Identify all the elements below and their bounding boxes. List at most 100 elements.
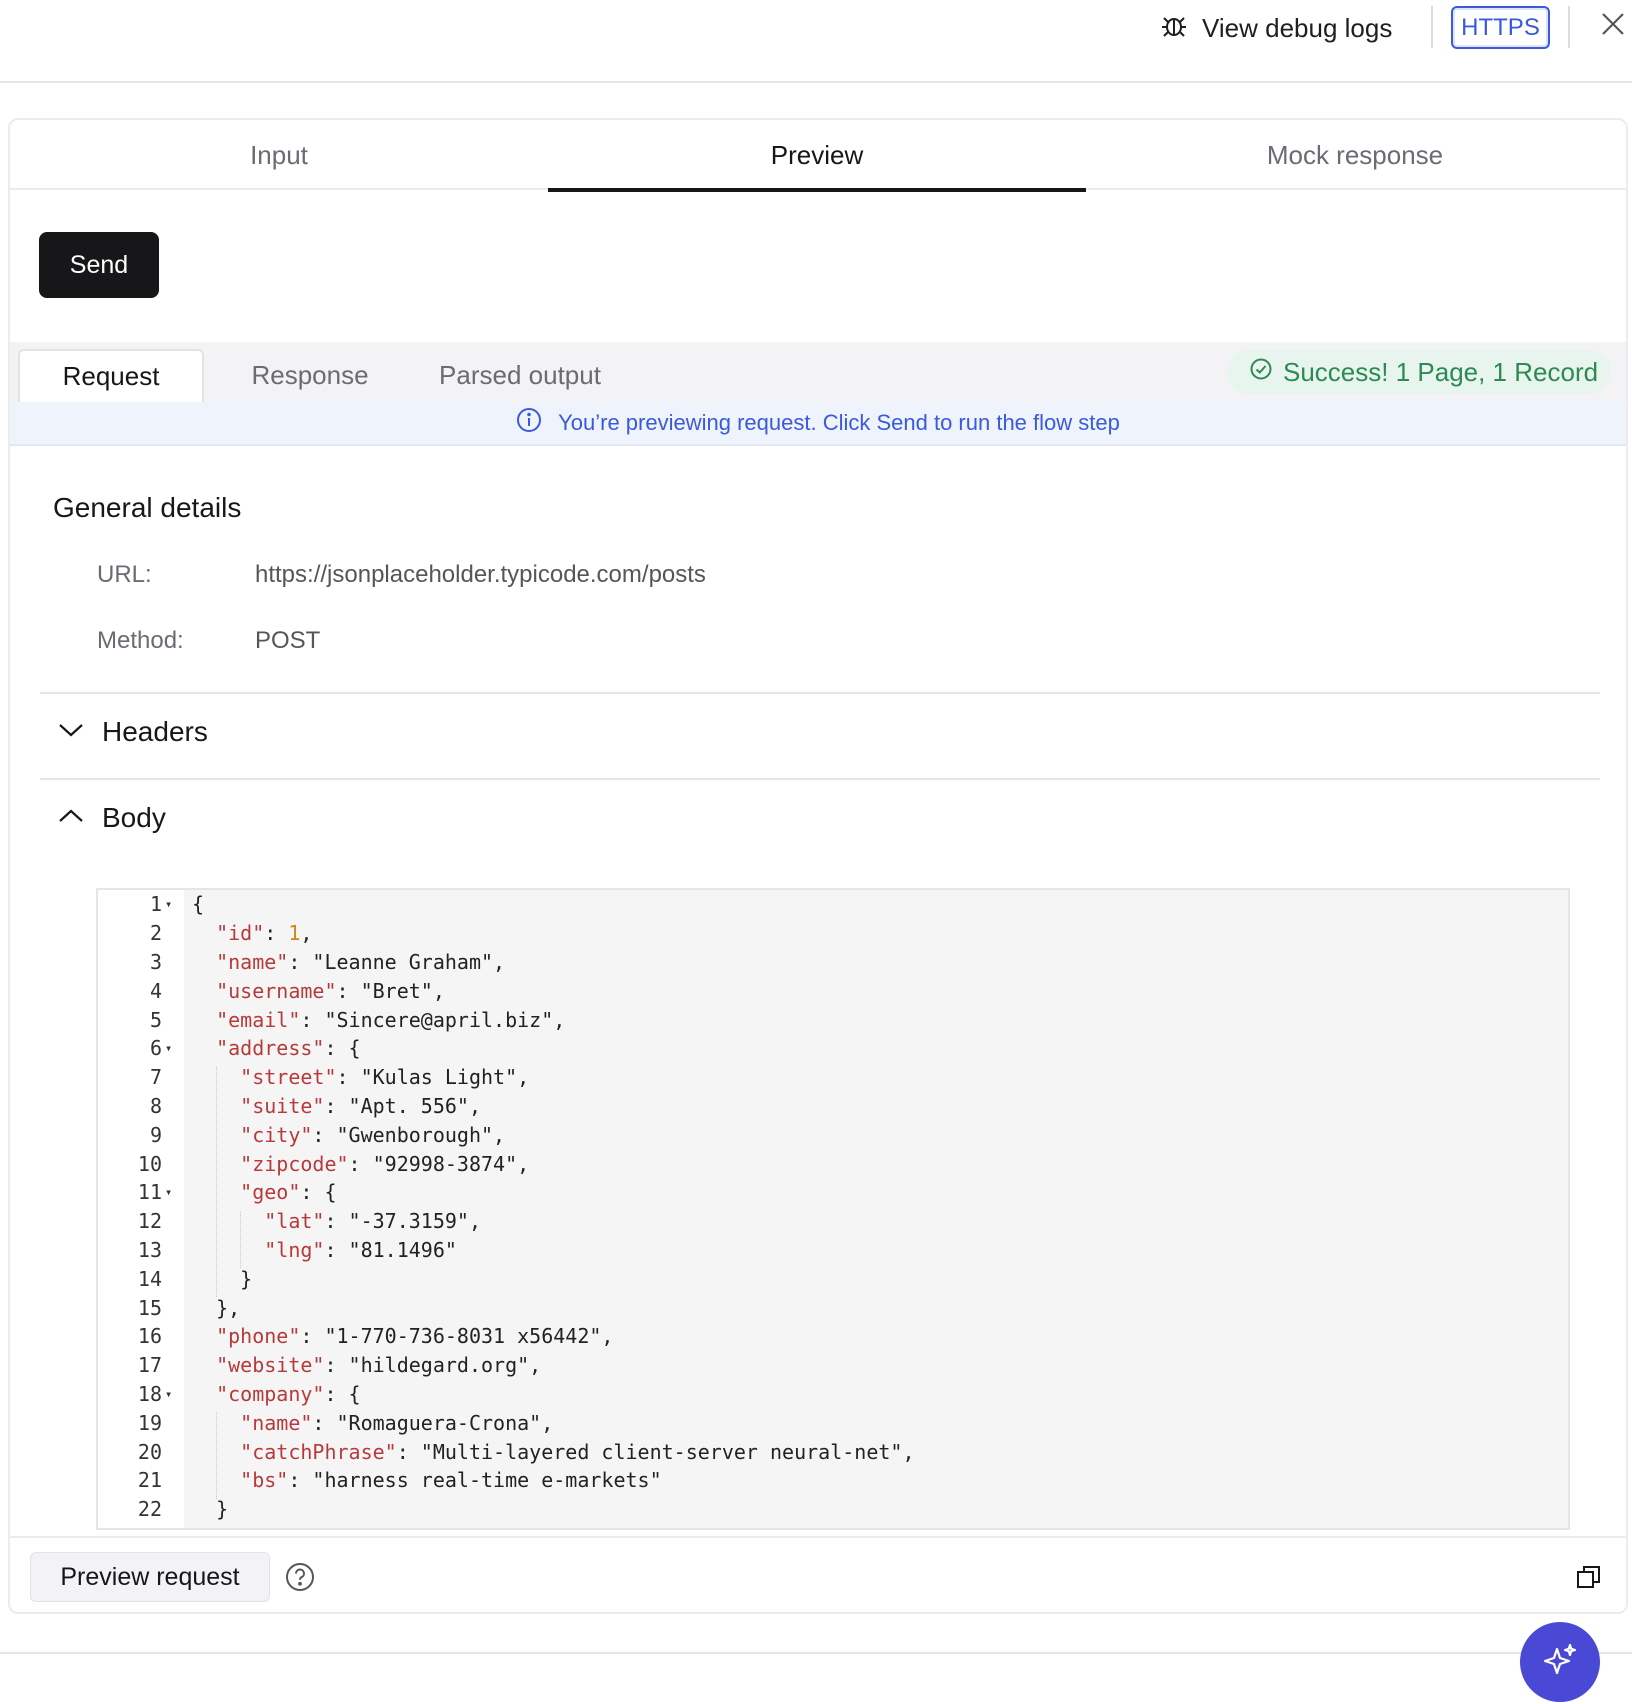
line-number: 14 <box>137 1266 162 1291</box>
body-code-editor[interactable]: 1 ▾{2 "id": 1, 3 "name": "Leanne Graham", 4… <box>96 888 1570 1530</box>
fold-toggle-icon[interactable]: ▾ <box>165 897 172 911</box>
code-line: 11 ▾ "geo": { <box>98 1178 1568 1207</box>
bug-icon <box>1160 12 1188 45</box>
status-text: Success! 1 Page, 1 Record <box>1283 356 1599 387</box>
code-line: 2 "id": 1, <box>98 919 1568 948</box>
line-number: 1 <box>149 892 162 917</box>
code-line: 19 "name": "Romaguera-Crona", <box>98 1408 1568 1437</box>
chevron-down-icon <box>58 722 84 743</box>
send-button[interactable]: Send <box>39 232 159 298</box>
code-line: 21 "bs": "harness real-time e-markets" <box>98 1466 1568 1495</box>
result-tabs: Request Response Parsed output Success! … <box>10 342 1626 402</box>
code-line: 14 } <box>98 1264 1568 1293</box>
line-number: 7 <box>149 1065 162 1090</box>
main-tabs: Input Preview Mock response <box>10 120 1626 192</box>
top-bar: View debug logs HTTPS <box>0 0 1632 83</box>
code-line: 6 ▾ "address": { <box>98 1034 1568 1063</box>
code-text: }, <box>192 1295 241 1320</box>
status-badge: Success! 1 Page, 1 Record <box>1227 350 1611 394</box>
tab-parsed-output[interactable]: Parsed output <box>420 349 620 402</box>
line-number: 20 <box>137 1439 162 1464</box>
line-number: 5 <box>149 1007 162 1032</box>
code-text: "bs": "harness real-time e-markets" <box>240 1468 662 1493</box>
help-circle-icon[interactable] <box>284 1561 316 1593</box>
code-text: "name": "Romaguera-Crona", <box>240 1410 554 1435</box>
code-text: "email": "Sincere@april.biz", <box>216 1007 566 1032</box>
code-line: 15 }, <box>98 1293 1568 1322</box>
line-number: 15 <box>137 1295 162 1320</box>
check-circle-icon <box>1249 357 1273 388</box>
indent-guide <box>216 1066 217 1298</box>
code-text: "zipcode": "92998-3874", <box>240 1151 530 1176</box>
fold-toggle-icon[interactable]: ▾ <box>165 1185 172 1199</box>
info-icon <box>516 407 542 439</box>
code-line: 13 "lng": "81.1496" <box>98 1236 1568 1265</box>
code-text: "phone": "1-770-736-8031 x56442", <box>216 1324 614 1349</box>
fold-toggle-icon[interactable]: ▾ <box>165 1387 172 1401</box>
divider <box>0 1652 1632 1654</box>
indent-guide <box>216 1412 217 1499</box>
chevron-up-icon <box>58 808 84 829</box>
tab-mock-response[interactable]: Mock response <box>1086 120 1624 190</box>
popout-icon[interactable] <box>1576 1564 1602 1590</box>
tab-response[interactable]: Response <box>210 349 410 402</box>
code-text: } <box>192 1526 204 1528</box>
line-number: 2 <box>149 921 162 946</box>
code-line: 8 "suite": "Apt. 556", <box>98 1092 1568 1121</box>
line-number: 22 <box>137 1497 162 1522</box>
code-text: "address": { <box>216 1036 361 1061</box>
code-text: "lng": "81.1496" <box>264 1237 457 1262</box>
ai-assistant-button[interactable] <box>1520 1622 1600 1702</box>
code-text: "username": "Bret", <box>216 978 445 1003</box>
line-number: 13 <box>137 1237 162 1262</box>
tab-input[interactable]: Input <box>10 120 548 190</box>
code-line: 22 } <box>98 1495 1568 1524</box>
url-value: https://jsonplaceholder.typicode.com/pos… <box>255 561 706 588</box>
sparkle-icon <box>1540 1640 1580 1685</box>
line-number: 18 <box>137 1381 162 1406</box>
divider <box>1568 6 1570 48</box>
fold-toggle-icon[interactable]: ▾ <box>165 1041 172 1055</box>
code-text: "website": "hildegard.org", <box>216 1353 542 1378</box>
code-line: 17 "website": "hildegard.org", <box>98 1351 1568 1380</box>
code-text: "lat": "-37.3159", <box>264 1209 482 1234</box>
body-label: Body <box>102 802 166 833</box>
code-text: "name": "Leanne Graham", <box>216 949 506 974</box>
line-number: 16 <box>137 1324 162 1349</box>
line-number: 3 <box>149 949 162 974</box>
preview-request-button[interactable]: Preview request <box>30 1552 270 1602</box>
code-line: 4 "username": "Bret", <box>98 976 1568 1005</box>
code-line: 10 "zipcode": "92998-3874", <box>98 1149 1568 1178</box>
headers-toggle[interactable]: Headers <box>58 712 208 752</box>
code-text: } <box>192 1497 229 1522</box>
divider <box>40 778 1600 780</box>
tab-preview[interactable]: Preview <box>548 120 1086 192</box>
line-number: 17 <box>137 1353 162 1378</box>
close-icon[interactable] <box>1597 8 1629 40</box>
info-banner: You’re previewing request. Click Send to… <box>10 402 1626 446</box>
code-line: 9 "city": "Gwenborough", <box>98 1120 1568 1149</box>
line-number: 19 <box>137 1410 162 1435</box>
code-text: "city": "Gwenborough", <box>240 1122 506 1147</box>
code-line: 18 ▾ "company": { <box>98 1380 1568 1409</box>
divider <box>1431 6 1433 48</box>
https-badge-button[interactable]: HTTPS <box>1451 6 1550 49</box>
body-toggle[interactable]: Body <box>58 798 166 838</box>
code-text: "street": "Kulas Light", <box>240 1065 530 1090</box>
code-text: "suite": "Apt. 556", <box>240 1093 482 1118</box>
code-text: } <box>192 1266 253 1291</box>
indent-guide <box>240 1210 241 1269</box>
code-line: 1 ▾ { <box>98 890 1568 919</box>
line-number: 4 <box>149 978 162 1003</box>
code-line: 16 "phone": "1-770-736-8031 x56442", <box>98 1322 1568 1351</box>
view-debug-logs-link[interactable]: View debug logs <box>1160 12 1392 44</box>
code-line: 20 "catchPhrase": "Multi-layered client-… <box>98 1437 1568 1466</box>
info-message: You’re previewing request. Click Send to… <box>558 410 1120 435</box>
line-number: 23 <box>98 1526 162 1528</box>
divider <box>40 692 1600 694</box>
url-label: URL: <box>97 561 152 588</box>
method-value: POST <box>255 627 321 654</box>
tab-request[interactable]: Request <box>18 349 204 402</box>
code-line: 23} <box>98 1524 1568 1528</box>
code-text: { <box>192 892 205 917</box>
